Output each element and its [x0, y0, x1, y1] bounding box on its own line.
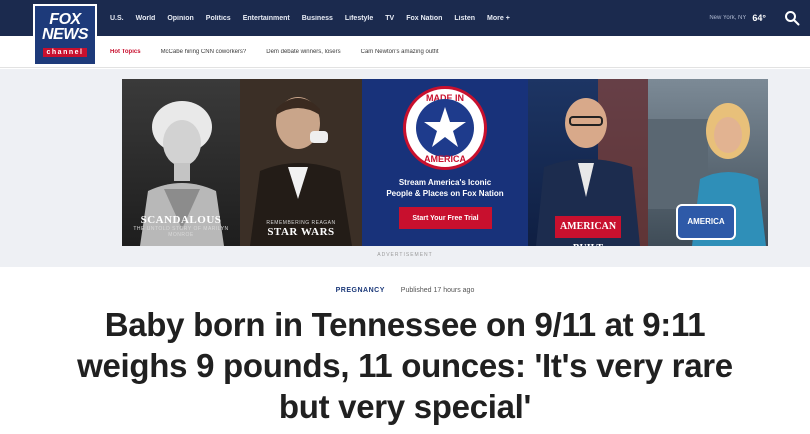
hot-topic-link[interactable]: Dem debate winners, losers [266, 49, 340, 55]
nav-item-more[interactable]: More + [487, 15, 510, 22]
article-category[interactable]: PREGNANCY [336, 287, 385, 294]
american-built-logo: AMERICAN BUILT [555, 216, 621, 246]
hot-topics-label: Hot Topics [110, 49, 141, 55]
nav-item-listen[interactable]: Listen [454, 15, 475, 22]
nav-item-us[interactable]: U.S. [110, 15, 124, 22]
nav-item-tv[interactable]: TV [385, 15, 394, 22]
ad-panel-race-host: AMERICA [648, 79, 768, 246]
ad-panel-marilyn-caption: SCANDALOUS THE UNTOLD STORY OF MARILYN M… [122, 214, 240, 238]
weather-widget[interactable]: New York, NY 64° [709, 0, 766, 36]
logo-text-channel: channel [42, 48, 88, 57]
main-nav: U.S. World Opinion Politics Entertainmen… [110, 0, 510, 36]
hot-topic-link[interactable]: McCabe hiring CNN coworkers? [161, 49, 247, 55]
nav-item-opinion[interactable]: Opinion [167, 15, 193, 22]
ad-tagline-line1: Stream America's Iconic [398, 178, 492, 187]
ad-panel-reagan: REMEMBERING REAGAN STAR WARS [240, 79, 362, 246]
nav-item-fox-nation[interactable]: Fox Nation [406, 15, 442, 22]
nav-item-business[interactable]: Business [302, 15, 333, 22]
advertisement-label: ADVERTISEMENT [377, 252, 433, 258]
america-program-logo: AMERICA [676, 204, 736, 240]
ad-tagline-line2: People & Places on Fox Nation [386, 189, 504, 198]
scandalous-subtitle: THE UNTOLD STORY OF MARILYN MONROE [133, 226, 229, 238]
ad-panel-marilyn: SCANDALOUS THE UNTOLD STORY OF MARILYN M… [122, 79, 240, 246]
star-wars-title: STAR WARS [267, 226, 335, 238]
ad-tagline: Stream America's Iconic People & Places … [362, 177, 528, 199]
nav-item-politics[interactable]: Politics [206, 15, 231, 22]
nav-item-lifestyle[interactable]: Lifestyle [345, 15, 373, 22]
weather-location: New York, NY [709, 15, 747, 21]
weather-temperature: 64° [752, 13, 766, 23]
ad-panel-reagan-caption: REMEMBERING REAGAN STAR WARS [240, 220, 362, 238]
fox-nation-banner-ad[interactable]: SCANDALOUS THE UNTOLD STORY OF MARILYN M… [122, 79, 768, 246]
nav-item-entertainment[interactable]: Entertainment [243, 15, 290, 22]
made-in-america-badge: MADE IN AMERICA [403, 86, 487, 170]
logo-text-news: NEWS [42, 26, 89, 43]
badge-center [416, 99, 474, 157]
search-icon[interactable] [784, 10, 800, 26]
start-free-trial-button[interactable]: Start Your Free Trial [399, 207, 492, 229]
ad-panel-american-built: AMERICAN BUILT [528, 79, 648, 246]
advertisement-band: SCANDALOUS THE UNTOLD STORY OF MARILYN M… [0, 69, 810, 267]
article-headline: Baby born in Tennessee on 9/11 at 9:11 w… [77, 306, 733, 425]
article-meta: PREGNANCY Published 17 hours ago [0, 287, 810, 294]
badge-text-bottom: AMERICA [424, 154, 466, 164]
fox-news-logo[interactable]: FOX NEWS channel [33, 4, 97, 66]
hot-topic-link[interactable]: Cam Newton's amazing outfit [361, 49, 439, 55]
logo-text-fox: FOX [49, 11, 81, 28]
star-icon [424, 107, 466, 147]
nav-item-world[interactable]: World [136, 15, 156, 22]
top-navigation-bar: FOX NEWS channel U.S. World Opinion Poli… [0, 0, 810, 66]
article-published-time: Published 17 hours ago [400, 287, 475, 294]
hot-topics-bar: Hot Topics McCabe hiring CNN coworkers? … [0, 36, 810, 68]
scandalous-title: SCANDALOUS [140, 214, 222, 226]
ad-panel-center: MADE IN AMERICA Stream America's Iconic … [362, 79, 528, 246]
